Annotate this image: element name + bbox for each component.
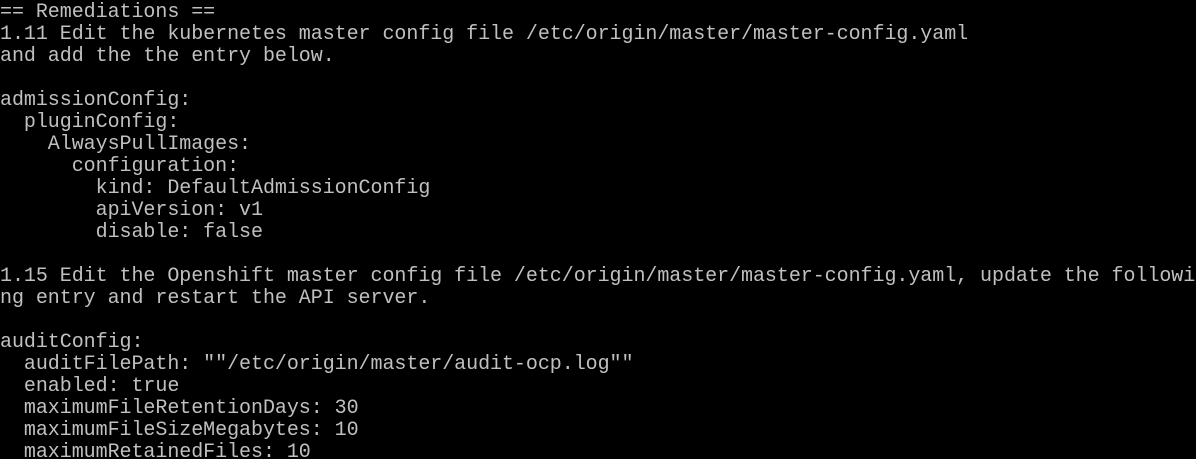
terminal-line: auditConfig: <box>0 332 144 354</box>
terminal-line: AlwaysPullImages: <box>0 134 251 156</box>
terminal-line: ng entry and restart the API server. <box>0 288 431 310</box>
terminal-line: apiVersion: v1 <box>0 200 263 222</box>
terminal-output[interactable]: == Remediations == 1.11 Edit the kuberne… <box>0 2 1196 459</box>
terminal-line: auditFilePath: ""/etc/origin/master/audi… <box>0 354 634 376</box>
terminal-line: admissionConfig: <box>0 90 192 112</box>
terminal-line: configuration: <box>0 156 240 178</box>
terminal-line: kind: DefaultAdmissionConfig <box>0 178 431 200</box>
terminal-line: maximumRetainedFiles: 10 <box>0 442 311 459</box>
terminal-line: 1.15 Edit the Openshift master config fi… <box>0 266 1196 288</box>
terminal-line: pluginConfig: <box>0 112 180 134</box>
terminal-line: maximumFileRetentionDays: 30 <box>0 398 359 420</box>
terminal-line: == Remediations == <box>0 2 216 24</box>
terminal-line: enabled: true <box>0 376 180 398</box>
terminal-line: and add the the entry below. <box>0 46 335 68</box>
terminal-line: 1.11 Edit the kubernetes master config f… <box>0 24 969 46</box>
terminal-line: maximumFileSizeMegabytes: 10 <box>0 420 359 442</box>
terminal-line: disable: false <box>0 222 263 244</box>
